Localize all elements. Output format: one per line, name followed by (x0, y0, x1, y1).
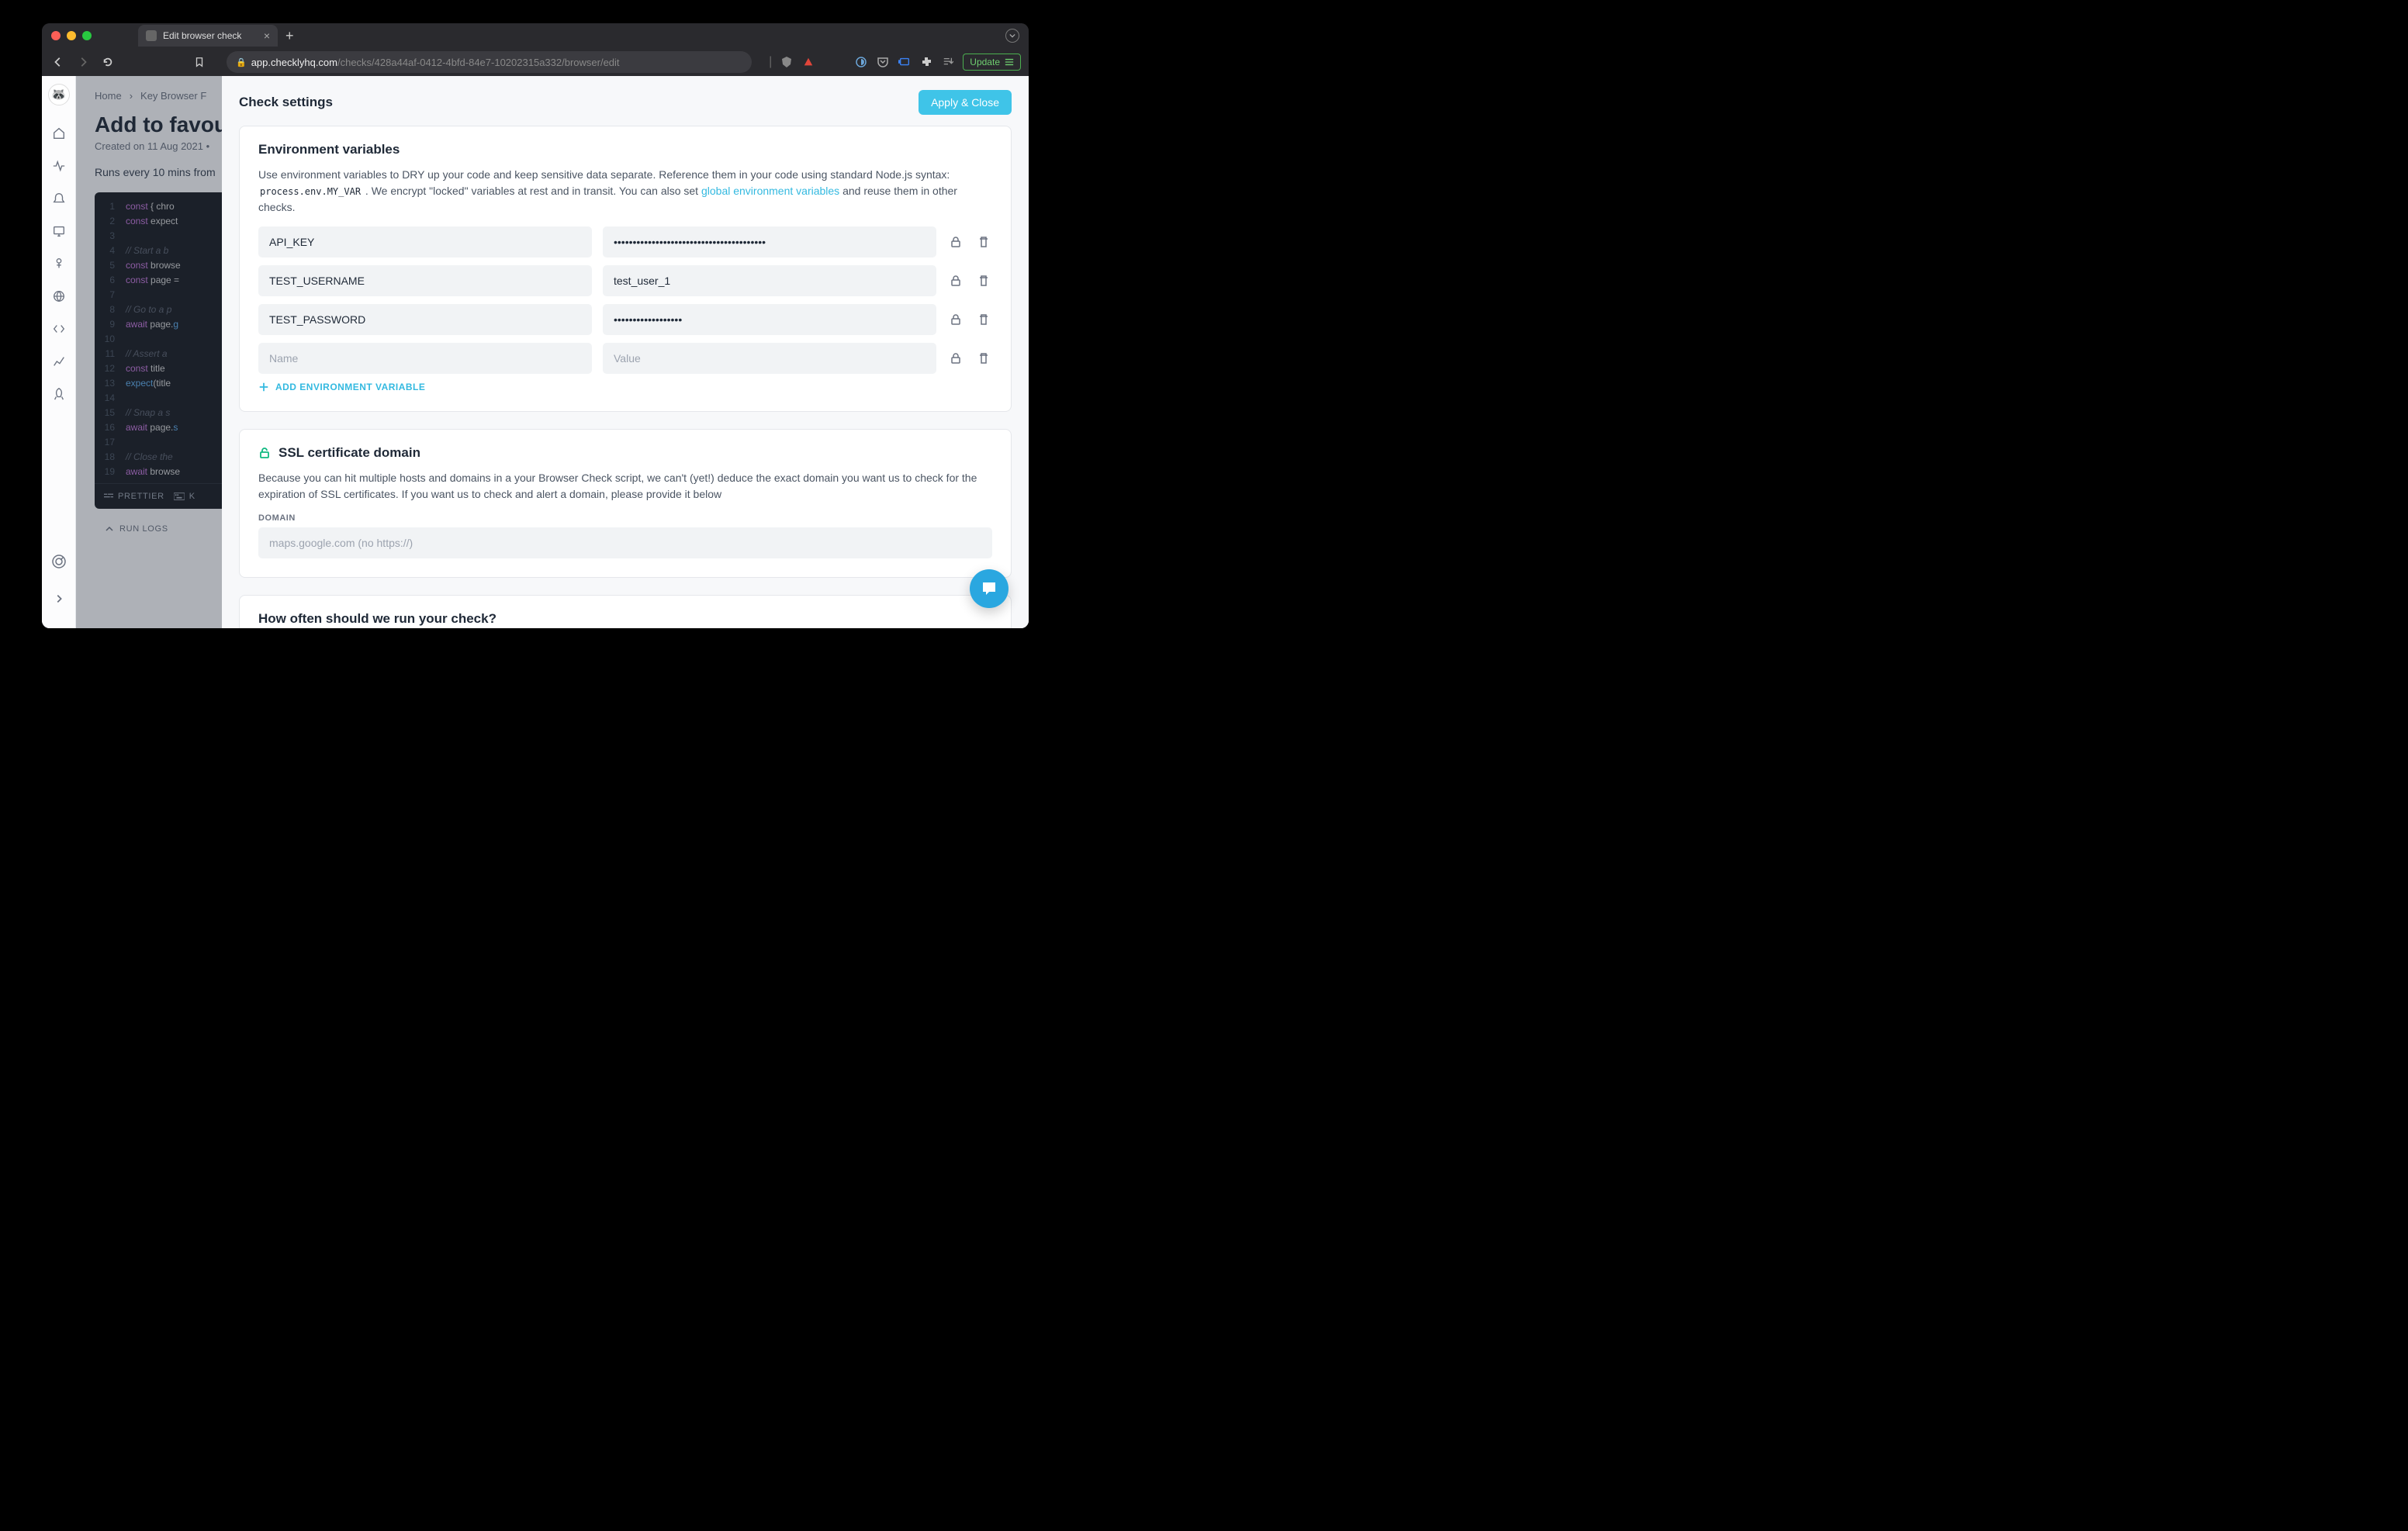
sidebar-reports-icon[interactable] (45, 347, 73, 375)
logo-icon[interactable]: 🦝 (48, 84, 70, 105)
frequency-heading: How often should we run your check? (258, 611, 992, 627)
sidebar-code-icon[interactable] (45, 315, 73, 343)
update-label: Update (970, 57, 1000, 67)
lock-icon: 🔒 (236, 57, 247, 67)
pocket-icon[interactable] (876, 55, 890, 69)
sidebar-maintenance-icon[interactable] (45, 250, 73, 278)
nav-forward-button[interactable] (74, 54, 92, 71)
env-row (258, 304, 992, 335)
env-value-input[interactable] (603, 226, 936, 257)
trash-icon[interactable] (975, 233, 992, 251)
env-value-input[interactable] (603, 304, 936, 335)
browser-tab[interactable]: Edit browser check × (138, 25, 278, 47)
env-name-input[interactable] (258, 343, 592, 374)
bookmark-icon[interactable] (194, 57, 205, 67)
sidebar-rocket-icon[interactable] (45, 380, 73, 408)
update-button[interactable]: Update (963, 54, 1021, 71)
brave-shield-icon[interactable] (780, 55, 794, 69)
window-minimize[interactable] (67, 31, 76, 40)
reading-list-icon[interactable] (941, 55, 955, 69)
env-value-input[interactable] (603, 343, 936, 374)
env-row (258, 265, 992, 296)
app-content: 🦝 Home › Key Browser F Add to favourit C… (42, 76, 1029, 628)
brave-rewards-icon[interactable] (801, 55, 815, 69)
env-name-input[interactable] (258, 304, 592, 335)
global-env-link[interactable]: global environment variables (701, 185, 839, 197)
lock-icon[interactable] (947, 272, 964, 289)
new-tab-button[interactable]: + (285, 28, 294, 44)
sidebar-alerts-icon[interactable] (45, 185, 73, 213)
window-zoom[interactable] (82, 31, 92, 40)
browser-toolbar: 🔒 app.checklyhq.com /checks/428a44af-041… (42, 48, 1029, 76)
panel-title: Check settings (239, 95, 333, 110)
env-value-input[interactable] (603, 265, 936, 296)
extensions-icon[interactable] (919, 55, 933, 69)
url-path: /checks/428a44af-0412-4bfd-84e7-10202315… (337, 57, 620, 68)
sidebar-target-icon[interactable] (45, 548, 73, 575)
sidebar: 🦝 (42, 76, 76, 628)
env-row (258, 226, 992, 257)
url-domain: app.checklyhq.com (251, 57, 337, 68)
env-table (258, 226, 992, 335)
lock-icon[interactable] (947, 311, 964, 328)
env-vars-description: Use environment variables to DRY up your… (258, 167, 992, 216)
domain-label: DOMAIN (258, 513, 992, 523)
settings-panel: Check settings Apply & Close Environment… (222, 76, 1029, 628)
traffic-lights (51, 31, 92, 40)
ssl-description: Because you can hit multiple hosts and d… (258, 470, 992, 503)
trash-icon[interactable] (975, 311, 992, 328)
title-bar: Edit browser check × + (42, 23, 1029, 48)
extension-3-icon[interactable] (898, 55, 912, 69)
toolbar-right: | Update (769, 54, 1021, 71)
add-env-var-button[interactable]: ADD ENVIRONMENT VARIABLE (258, 382, 992, 392)
env-row-new (258, 343, 992, 374)
url-bar[interactable]: 🔒 app.checklyhq.com /checks/428a44af-041… (227, 51, 752, 73)
env-code-example: process.env.MY_VAR (258, 185, 362, 198)
trash-icon[interactable] (975, 350, 992, 367)
browser-window: Edit browser check × + 🔒 app.checklyhq.c… (42, 23, 1029, 628)
domain-input[interactable] (258, 527, 992, 558)
sidebar-activity-icon[interactable] (45, 152, 73, 180)
favicon-icon (146, 30, 157, 41)
extension-1-icon[interactable] (854, 55, 868, 69)
tab-close-icon[interactable]: × (264, 29, 270, 42)
intercom-button[interactable] (970, 569, 1009, 608)
sidebar-home-icon[interactable] (45, 119, 73, 147)
ssl-heading: SSL certificate domain (258, 445, 992, 461)
nav-back-button[interactable] (50, 54, 67, 71)
env-vars-heading: Environment variables (258, 142, 992, 157)
tab-overflow-icon[interactable] (1005, 29, 1019, 43)
lock-open-icon (258, 447, 271, 459)
env-name-input[interactable] (258, 226, 592, 257)
sidebar-expand-icon[interactable] (45, 585, 73, 613)
tab-strip: Edit browser check × + (138, 25, 294, 47)
window-close[interactable] (51, 31, 61, 40)
env-name-input[interactable] (258, 265, 592, 296)
trash-icon[interactable] (975, 272, 992, 289)
nav-reload-button[interactable] (99, 54, 116, 71)
apply-close-button[interactable]: Apply & Close (919, 90, 1012, 115)
sidebar-dashboards-icon[interactable] (45, 217, 73, 245)
panel-header: Check settings Apply & Close (222, 76, 1029, 121)
tab-title: Edit browser check (163, 30, 241, 41)
panel-body: Environment variables Use environment va… (222, 121, 1029, 628)
lock-icon[interactable] (947, 350, 964, 367)
frequency-card: How often should we run your check? (239, 595, 1012, 628)
env-vars-card: Environment variables Use environment va… (239, 126, 1012, 412)
ssl-card: SSL certificate domain Because you can h… (239, 429, 1012, 578)
sidebar-globe-icon[interactable] (45, 282, 73, 310)
lock-icon[interactable] (947, 233, 964, 251)
